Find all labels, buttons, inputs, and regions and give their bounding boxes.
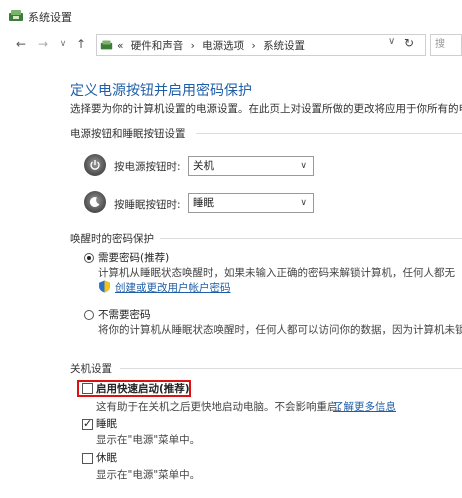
- sleep-menu-description: 显示在"电源"菜单中。: [96, 434, 201, 446]
- section-title-shutdown: 关机设置: [70, 363, 112, 375]
- no-password-description: 将你的计算机从睡眠状态唤醒时，任何人都可以访问你的数据，因为计算机未锁: [98, 324, 462, 336]
- no-password-radio[interactable]: [84, 310, 94, 320]
- breadcrumb-power-options[interactable]: 电源选项: [202, 40, 244, 52]
- shield-icon: [99, 280, 110, 293]
- fast-startup-checkbox[interactable]: [82, 383, 93, 394]
- power-button-action-select[interactable]: 关机 ∨: [188, 156, 314, 176]
- power-button-icon: [84, 154, 106, 176]
- page-title: 定义电源按钮并启用密码保护: [70, 83, 252, 99]
- sleep-menu-label: 睡眠: [96, 418, 117, 430]
- chevron-down-icon[interactable]: ∨: [388, 36, 395, 47]
- create-change-password-link[interactable]: 创建或更改用户帐户密码: [115, 280, 231, 295]
- breadcrumb-system-settings[interactable]: 系统设置: [263, 40, 305, 52]
- require-password-radio[interactable]: [84, 253, 94, 263]
- hibernate-menu-label: 休眠: [96, 452, 117, 464]
- hibernate-menu-description: 显示在"电源"菜单中。: [96, 469, 201, 481]
- chevron-down-icon: ∨: [300, 198, 307, 208]
- sleep-menu-checkbox[interactable]: [82, 417, 93, 430]
- require-password-label: 需要密码(推荐): [98, 252, 170, 264]
- chevron-down-icon: ∨: [300, 161, 307, 171]
- breadcrumb-separator[interactable]: ›: [191, 40, 195, 52]
- learn-more-link[interactable]: 了解更多信息: [333, 399, 396, 414]
- section-title-password: 唤醒时的密码保护: [70, 233, 154, 245]
- breadcrumb-hardware-sound[interactable]: 硬件和声音: [131, 40, 184, 52]
- back-button[interactable]: ←: [14, 36, 28, 52]
- section-title-buttons: 电源按钮和睡眠按钮设置: [70, 128, 186, 140]
- fast-startup-label: 启用快速启动(推荐): [96, 383, 190, 395]
- hibernate-menu-checkbox[interactable]: [82, 453, 93, 464]
- power-button-action-value: 关机: [193, 160, 214, 172]
- search-input[interactable]: 搜: [430, 34, 462, 56]
- breadcrumb: « 硬件和声音 › 电源选项 › 系统设置: [117, 38, 309, 53]
- power-button-label: 按电源按钮时:: [114, 161, 181, 173]
- sleep-button-action-value: 睡眠: [193, 197, 214, 209]
- require-password-description: 计算机从睡眠状态唤醒时，如果未输入正确的密码来解锁计算机，任何人都无: [98, 267, 455, 279]
- section-divider: [160, 238, 462, 239]
- page-description: 选择要为你的计算机设置的电源设置。在此页上对设置所做的更改将应用于你所有的电: [70, 103, 462, 115]
- refresh-icon[interactable]: ↻: [404, 36, 414, 50]
- section-divider: [196, 133, 462, 134]
- control-panel-icon: [100, 40, 113, 50]
- sleep-button-action-select[interactable]: 睡眠 ∨: [188, 193, 314, 213]
- breadcrumb-separator[interactable]: ›: [252, 40, 256, 52]
- control-panel-icon: [9, 10, 23, 21]
- forward-button[interactable]: →: [36, 36, 50, 52]
- breadcrumb-prefix[interactable]: «: [117, 40, 123, 52]
- fast-startup-description: 这有助于在关机之后更快地启动电脑。不会影响重启。: [96, 401, 348, 413]
- window-title: 系统设置: [28, 11, 72, 24]
- up-button[interactable]: ↑: [74, 36, 88, 52]
- sleep-button-icon: [84, 191, 106, 213]
- sleep-button-label: 按睡眠按钮时:: [114, 199, 181, 211]
- section-divider: [120, 368, 462, 369]
- recent-locations-button[interactable]: ∨: [56, 36, 70, 52]
- no-password-label: 不需要密码: [98, 309, 151, 321]
